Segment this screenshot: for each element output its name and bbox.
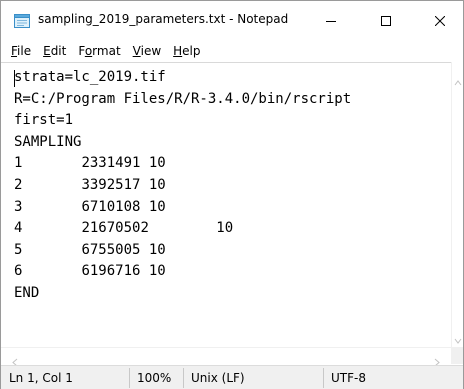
- text-line[interactable]: strata=lc_2019.tif: [14, 67, 351, 89]
- maximize-icon: [381, 11, 391, 30]
- scroll-left-arrow-icon[interactable]: [11, 352, 19, 367]
- title-bar[interactable]: sampling_2019_parameters.txt - Notepad: [1, 1, 463, 39]
- text-line[interactable]: 1 2331491 10: [14, 153, 351, 175]
- status-bar: Ln 1, Col 1 100% Unix (LF) UTF-8: [1, 365, 463, 389]
- scroll-up-arrow-icon[interactable]: [454, 72, 462, 86]
- vertical-scrollbar[interactable]: [451, 62, 463, 347]
- text-caret: [14, 70, 15, 87]
- notepad-window: sampling_2019_parameters.txt - Notepad F…: [0, 0, 464, 389]
- horizontal-scrollbar[interactable]: [1, 347, 451, 367]
- menu-file[interactable]: File: [5, 42, 37, 60]
- window-title: sampling_2019_parameters.txt - Notepad: [38, 12, 289, 26]
- scrollbar-corner: [451, 347, 463, 364]
- close-button[interactable]: [417, 1, 463, 39]
- status-encoding: UTF-8: [331, 371, 366, 385]
- text-line[interactable]: 4 21670502 10: [14, 218, 351, 240]
- menu-bar: File Edit Format View Help: [1, 41, 463, 61]
- minimize-icon: [326, 11, 336, 30]
- text-line[interactable]: 5 6755005 10: [14, 240, 351, 262]
- notepad-icon: [14, 13, 30, 28]
- text-line[interactable]: 3 6710108 10: [14, 197, 351, 219]
- text-line[interactable]: SAMPLING: [14, 132, 351, 154]
- status-zoom: 100%: [137, 371, 172, 385]
- text-line[interactable]: 2 3392517 10: [14, 175, 351, 197]
- maximize-button[interactable]: [363, 1, 409, 39]
- menu-format[interactable]: Format: [72, 42, 126, 60]
- menu-help[interactable]: Help: [167, 42, 206, 60]
- text-editor[interactable]: strata=lc_2019.tif R=C:/Program Files/R/R…: [1, 62, 451, 347]
- text-line[interactable]: 6 6196716 10: [14, 261, 351, 283]
- menu-edit[interactable]: Edit: [37, 42, 72, 60]
- text-line[interactable]: END: [14, 283, 351, 305]
- text-line[interactable]: R=C:/Program Files/R/R-3.4.0/bin/rscript: [14, 89, 351, 111]
- status-cursor-position: Ln 1, Col 1: [9, 371, 73, 385]
- minimize-button[interactable]: [308, 1, 354, 39]
- text-line[interactable]: first=1: [14, 110, 351, 132]
- scroll-down-arrow-icon[interactable]: [454, 330, 462, 344]
- status-line-endings: Unix (LF): [191, 371, 245, 385]
- menu-view[interactable]: View: [127, 42, 167, 60]
- close-icon: [434, 11, 446, 30]
- editor-content[interactable]: strata=lc_2019.tif R=C:/Program Files/R/R…: [14, 67, 351, 305]
- scroll-right-arrow-icon[interactable]: [433, 352, 441, 367]
